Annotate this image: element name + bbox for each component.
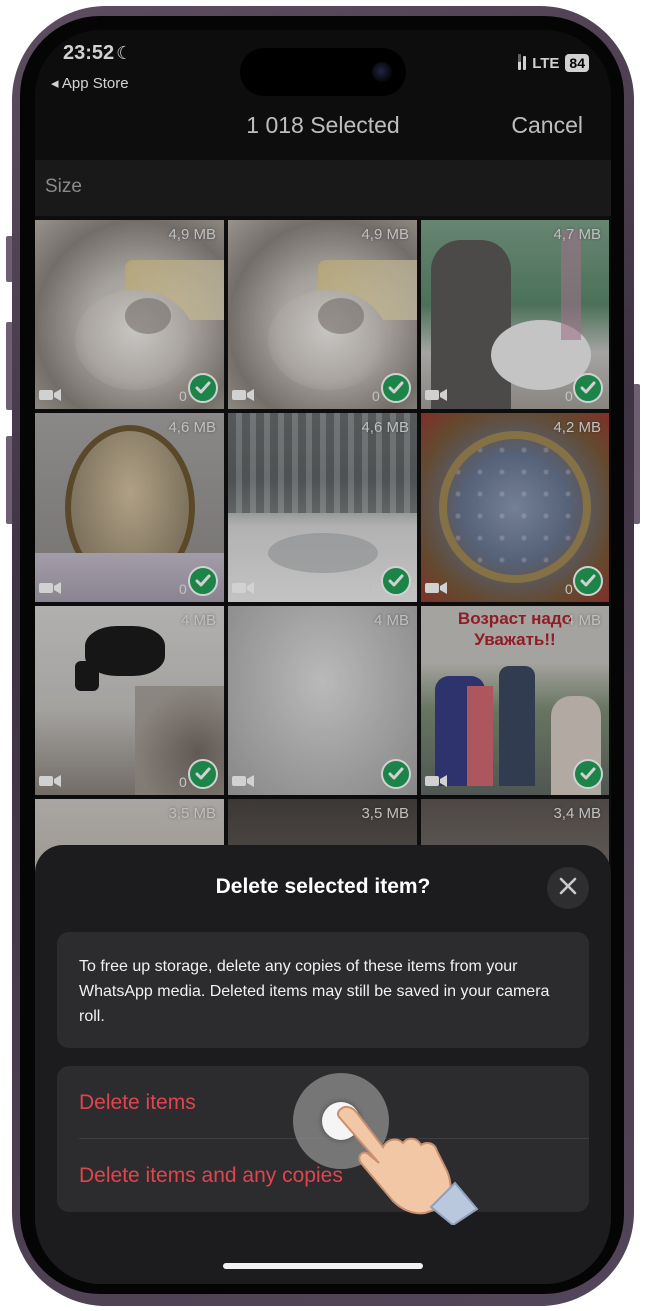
power-button [633,384,640,524]
info-message: To free up storage, delete any copies of… [57,932,589,1048]
close-icon [559,877,577,900]
sheet-title: Delete selected item? [215,875,431,898]
close-button[interactable] [547,867,589,909]
home-indicator[interactable] [223,1263,423,1269]
screen: 23:52 ☾ ◂ App Store LTE 84 1 018 Selected… [35,30,611,1284]
delete-sheet: Delete selected item? To free up storage… [35,845,611,1284]
pointing-hand-icon [335,1105,485,1230]
